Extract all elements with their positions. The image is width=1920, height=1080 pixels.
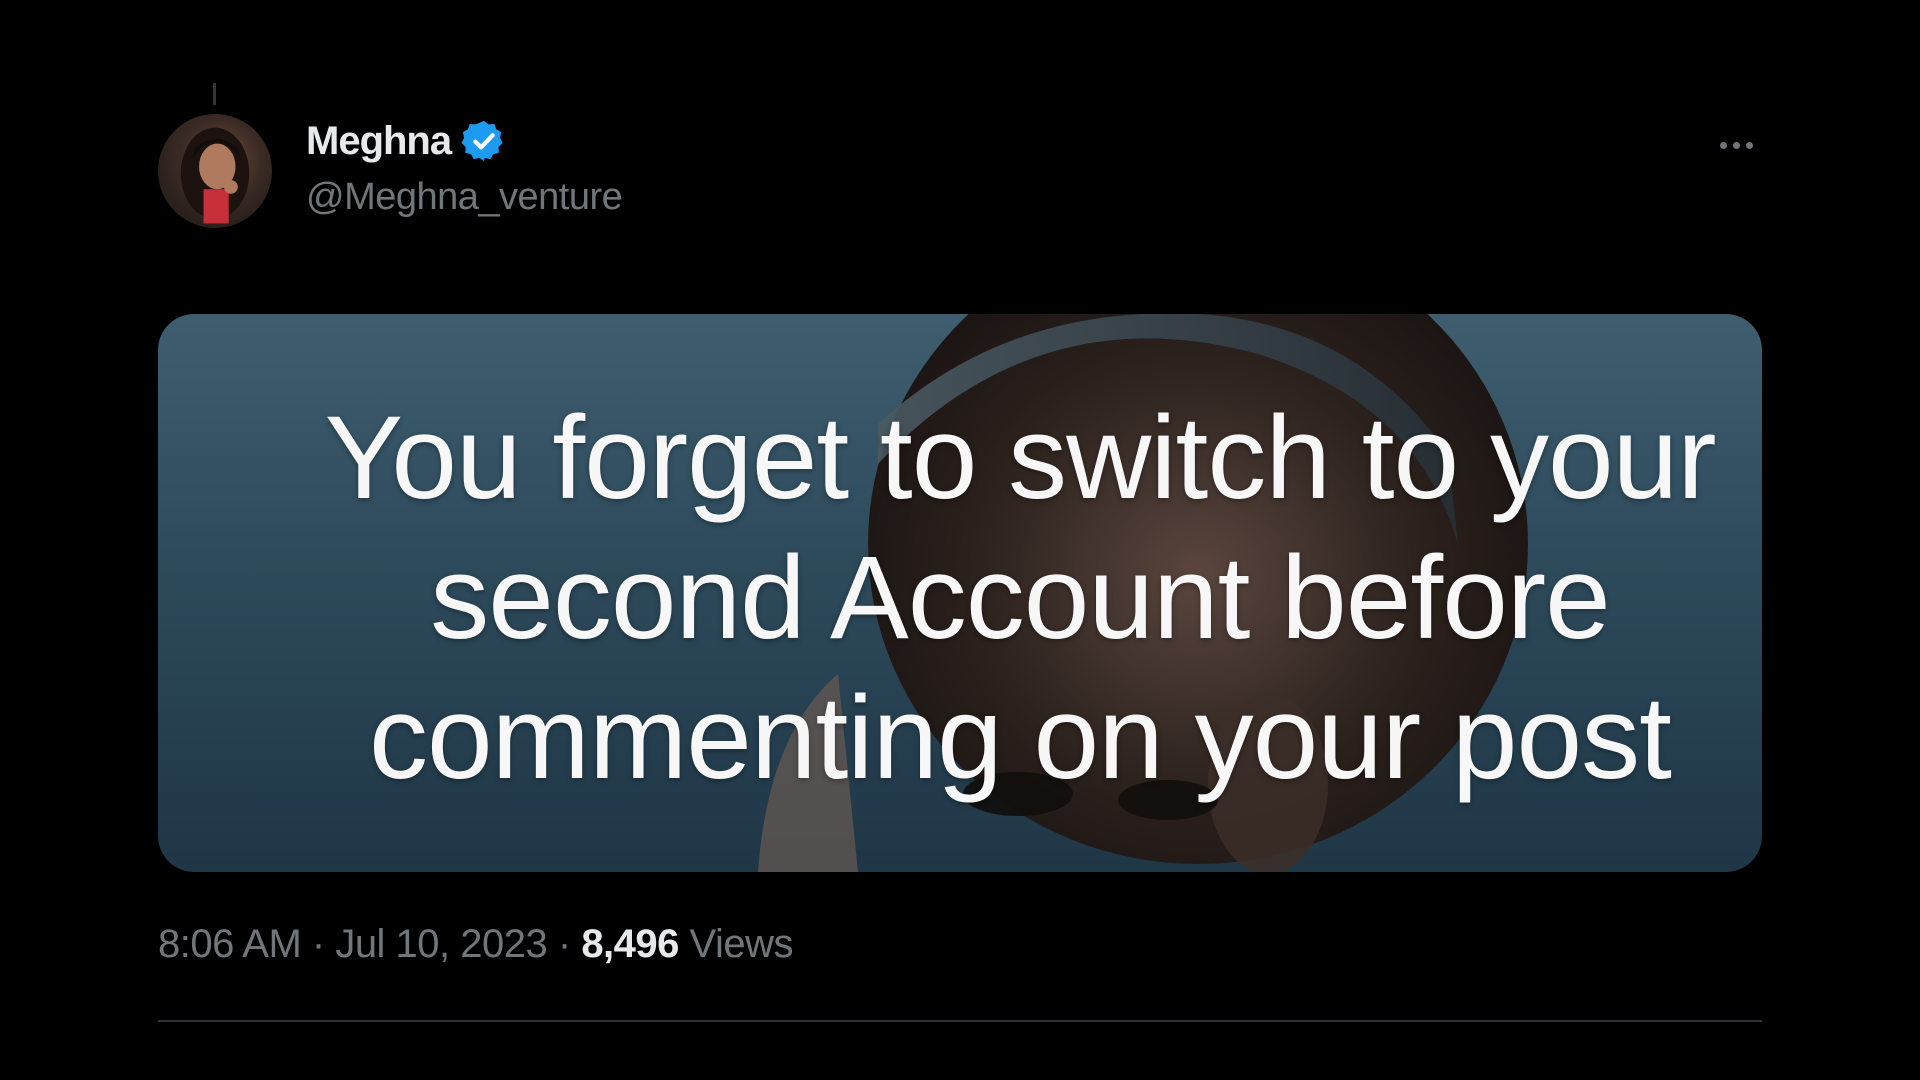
meme-caption-line: commenting on your post [369, 672, 1672, 804]
tweet-time[interactable]: 8:06 AM [158, 922, 302, 966]
avatar[interactable] [158, 114, 272, 228]
more-options-icon[interactable] [1708, 128, 1764, 162]
author-handle[interactable]: @Meghna_venture [306, 176, 623, 219]
author-display-name[interactable]: Meghna [306, 119, 452, 164]
meta-separator: · [547, 922, 582, 966]
avatar-photo [180, 127, 250, 224]
views-label: Views [689, 922, 794, 966]
meme-caption-line: You forget to switch to your [324, 392, 1717, 524]
views-count[interactable]: 8,496 [581, 922, 679, 966]
tweet-media-image[interactable]: You forget to switch to your second Acco… [158, 314, 1762, 872]
more-dot [1745, 141, 1753, 149]
meta-separator: · [301, 922, 336, 966]
divider [158, 1020, 1762, 1022]
thread-connector-line [213, 83, 216, 105]
more-dot [1719, 141, 1727, 149]
tweet-date[interactable]: Jul 10, 2023 [335, 922, 547, 966]
author-name-row[interactable]: Meghna [306, 118, 507, 164]
tweet-meta: 8:06 AM · Jul 10, 2023 · 8,496 Views [158, 922, 794, 967]
meme-caption: You forget to switch to your second Acco… [158, 388, 1762, 808]
more-dot [1732, 141, 1740, 149]
verified-badge-icon [461, 120, 503, 162]
meme-caption-line: second Account before [430, 532, 1611, 664]
